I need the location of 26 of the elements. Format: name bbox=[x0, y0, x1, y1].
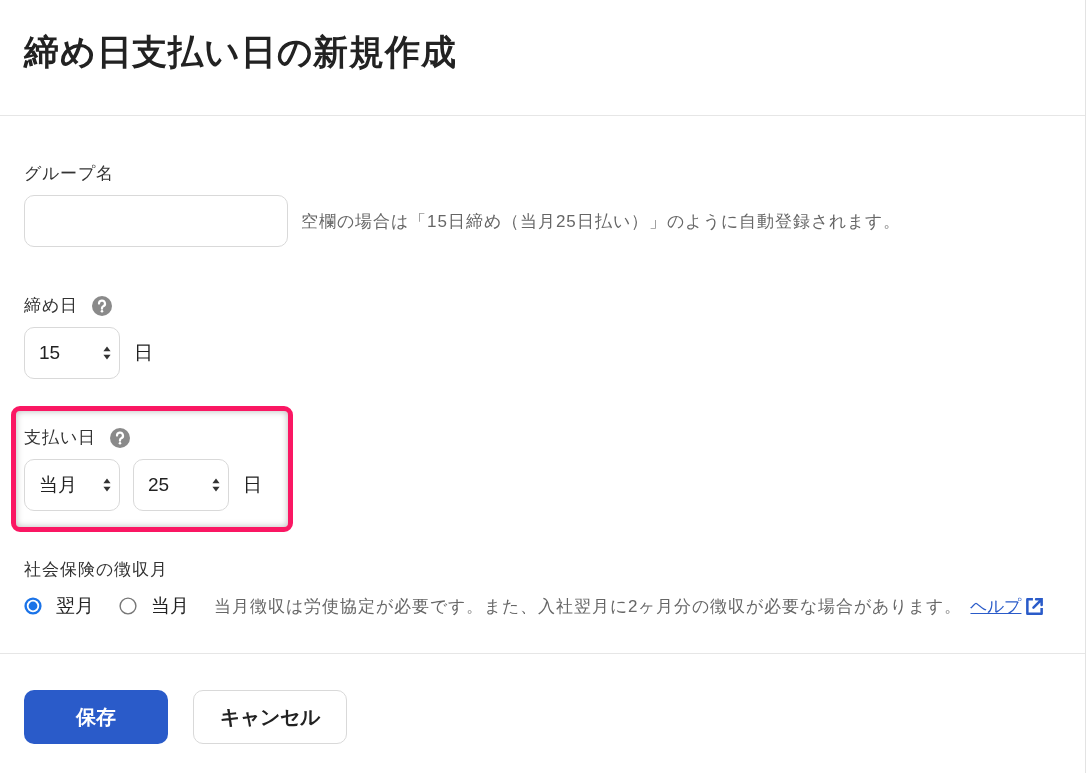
help-link[interactable]: ヘルプ bbox=[970, 594, 1046, 618]
radio-option[interactable]: 翌月 bbox=[24, 593, 94, 619]
help-icon[interactable] bbox=[92, 296, 112, 316]
updown-caret-icon bbox=[103, 478, 111, 492]
save-button[interactable]: 保存 bbox=[24, 690, 168, 744]
field-label: 締め日 bbox=[24, 295, 78, 317]
radio-button[interactable] bbox=[24, 597, 42, 615]
radio-button[interactable] bbox=[119, 597, 137, 615]
unit-label: 日 bbox=[243, 473, 262, 497]
note-text: 当月徴収は労使協定が必要です。また、入社翌月に2ヶ月分の徴収が必要な場合があります。 bbox=[214, 595, 963, 618]
field-label: 社会保険の徴収月 bbox=[24, 559, 168, 581]
select-field[interactable]: 当月 bbox=[24, 459, 120, 511]
page-title: 締め日支払い日の新規作成 bbox=[24, 31, 458, 73]
text-input-field[interactable] bbox=[24, 195, 288, 247]
cancel-button[interactable]: キャンセル bbox=[193, 690, 347, 744]
select-field[interactable]: 25 bbox=[133, 459, 229, 511]
unit-label: 日 bbox=[134, 341, 153, 365]
hint-text: 空欄の場合は「15日締め（当月25日払い）」のように自動登録されます。 bbox=[301, 210, 901, 233]
updown-caret-icon bbox=[103, 346, 111, 360]
field-label: グループ名 bbox=[24, 163, 114, 185]
external-link-icon bbox=[1024, 595, 1046, 617]
field-label: 支払い日 bbox=[24, 427, 96, 449]
select-field[interactable]: 15 bbox=[24, 327, 120, 379]
radio-option[interactable]: 当月 bbox=[119, 593, 189, 619]
help-icon[interactable] bbox=[110, 428, 130, 448]
updown-caret-icon bbox=[212, 478, 220, 492]
